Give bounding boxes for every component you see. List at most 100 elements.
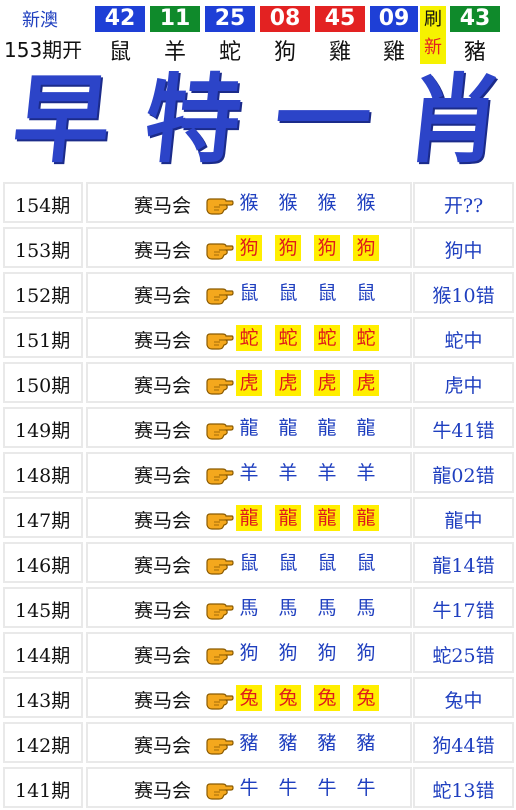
result-text: 牛41错	[432, 420, 495, 442]
issue-cell: 152期	[3, 272, 83, 313]
club-name: 赛马会	[134, 780, 192, 802]
prediction-cell: 赛马会 牛牛牛牛	[86, 767, 412, 808]
result-text: 开??	[443, 195, 484, 217]
prediction-cell: 赛马会 狗狗狗狗	[86, 632, 412, 673]
table-row: 146期 赛马会鼠鼠鼠鼠龍14错	[0, 540, 516, 585]
prediction-cell: 赛马会馬馬馬馬	[86, 587, 412, 628]
issue-number: 141期	[15, 780, 71, 802]
prediction-cell: 赛马会龍龍龍龍	[86, 497, 412, 538]
pick-zodiac: 豬	[356, 732, 376, 754]
pick-list: 鼠鼠鼠鼠	[236, 280, 392, 306]
club-name: 赛马会	[134, 330, 192, 352]
pick-zodiac: 鼠	[317, 552, 337, 574]
prediction-cell: 赛马会虎虎虎虎	[86, 362, 412, 403]
pick-zodiac: 龍	[275, 505, 301, 531]
banner-char: 肖	[400, 63, 508, 176]
ball-3-number: 25	[205, 6, 255, 32]
result-cell: 蛇25错	[413, 632, 514, 673]
pick-zodiac: 馬	[278, 597, 298, 619]
issue-cell: 142期	[3, 722, 83, 763]
pick-list: 龍龍龍龍	[236, 415, 392, 441]
pointing-hand-icon	[206, 598, 234, 620]
banner-char: 一	[269, 63, 378, 176]
table-row: 145期 赛马会馬馬馬馬牛17错	[0, 585, 516, 630]
special-ball-zodiac: 豬	[463, 40, 486, 65]
ball-1-zodiac: 鼠	[108, 40, 131, 65]
result-cell: 兔中	[413, 677, 514, 718]
pointing-hand-icon	[206, 328, 234, 350]
table-row: 154期 赛马会猴猴猴猴开??	[0, 180, 516, 225]
issue-number: 148期	[15, 465, 71, 487]
pick-zodiac: 狗	[278, 642, 298, 664]
club-name: 赛马会	[134, 555, 192, 577]
ball-2-zodiac: 羊	[163, 40, 186, 65]
pick-zodiac: 兔	[314, 685, 340, 711]
result-cell: 牛41错	[413, 407, 514, 448]
ball-6-zodiac: 雞	[382, 40, 405, 65]
ball-4-number: 08	[260, 6, 310, 32]
result-text: 蛇25错	[432, 645, 495, 667]
issue-number: 144期	[15, 645, 71, 667]
pick-zodiac: 豬	[239, 732, 259, 754]
pointing-hand-icon	[206, 373, 234, 395]
pick-zodiac: 豬	[278, 732, 298, 754]
result-cell: 开??	[413, 182, 514, 223]
banner-char: 特	[138, 63, 247, 176]
pick-list: 龍龍龍龍	[236, 505, 392, 531]
pick-zodiac: 虎	[353, 370, 379, 396]
pick-zodiac: 猴	[356, 192, 376, 214]
pointing-hand-icon	[206, 508, 234, 530]
pick-list: 羊羊羊羊	[236, 460, 392, 486]
pick-zodiac: 猴	[317, 192, 337, 214]
pick-zodiac: 牛	[317, 777, 337, 799]
issue-cell: 146期	[3, 542, 83, 583]
table-row: 143期 赛马会兔兔兔兔兔中	[0, 675, 516, 720]
prediction-cell: 赛马会狗狗狗狗	[86, 227, 412, 268]
pick-zodiac: 鼠	[317, 282, 337, 304]
result-text: 猴10错	[432, 285, 495, 307]
pick-zodiac: 鼠	[356, 282, 376, 304]
pick-zodiac: 蛇	[353, 325, 379, 351]
pick-zodiac: 狗	[314, 235, 340, 261]
pointing-hand-icon	[206, 418, 234, 440]
refresh-label: 刷	[424, 9, 442, 30]
pick-zodiac: 鼠	[239, 282, 259, 304]
result-text: 牛17错	[432, 600, 495, 622]
result-cell: 龍02错	[413, 452, 514, 493]
result-cell: 龍14错	[413, 542, 514, 583]
result-text: 蛇中	[444, 330, 483, 352]
prediction-cell: 赛马会豬豬豬豬	[86, 722, 412, 763]
table-row: 151期 赛马会蛇蛇蛇蛇蛇中	[0, 315, 516, 360]
result-text: 狗44错	[432, 735, 495, 757]
table-row: 148期 赛马会羊羊羊羊龍02错	[0, 450, 516, 495]
pick-list: 豬豬豬豬	[236, 730, 392, 756]
pointing-hand-icon	[206, 193, 234, 215]
club-name: 赛马会	[134, 195, 192, 217]
pointing-hand-icon	[206, 283, 234, 305]
result-text: 龍中	[444, 510, 483, 532]
pick-list: 狗狗狗狗	[236, 640, 392, 666]
pick-zodiac: 馬	[317, 597, 337, 619]
pick-list: 牛牛牛牛	[236, 775, 392, 801]
prediction-cell: 赛马会 猴猴猴猴	[86, 182, 412, 223]
pick-zodiac: 蛇	[275, 325, 301, 351]
result-cell: 猴10错	[413, 272, 514, 313]
result-text: 兔中	[444, 690, 483, 712]
pointing-hand-icon	[206, 238, 234, 260]
prediction-cell: 赛马会羊羊羊羊	[86, 452, 412, 493]
draw-issue: 153期开	[4, 38, 83, 62]
club-name: 赛马会	[134, 645, 192, 667]
pick-zodiac: 虎	[275, 370, 301, 396]
table-row: 141期 赛马会牛牛牛牛蛇13错	[0, 765, 516, 810]
pick-zodiac: 羊	[317, 462, 337, 484]
refresh-button[interactable]: 刷 新	[420, 6, 446, 64]
ball-5-zodiac: 雞	[328, 40, 351, 65]
club-name: 赛马会	[134, 735, 192, 757]
ball-2-number: 11	[150, 6, 200, 32]
issue-cell: 150期	[3, 362, 83, 403]
banner: 早 特 一 肖	[0, 63, 516, 176]
pick-list: 猴猴猴猴	[236, 190, 392, 216]
club-name: 赛马会	[134, 285, 192, 307]
result-cell: 牛17错	[413, 587, 514, 628]
pick-zodiac: 豬	[317, 732, 337, 754]
